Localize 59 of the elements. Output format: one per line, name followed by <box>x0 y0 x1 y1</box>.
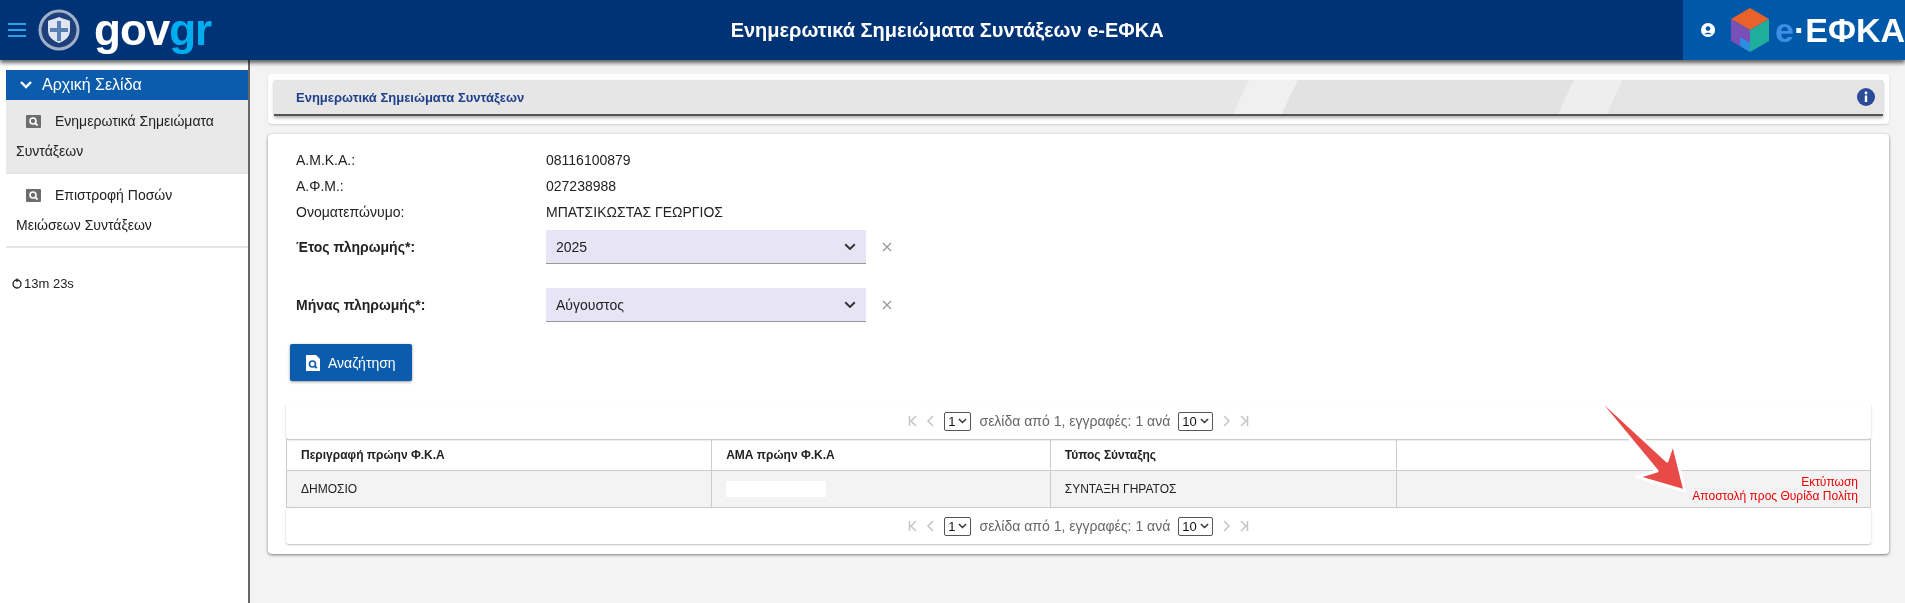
chevron-icon <box>958 523 968 529</box>
field-value: 027238988 <box>546 178 618 194</box>
chevron-icon <box>1199 523 1209 529</box>
column-header: Περιγραφή πρώην Φ.Κ.Α <box>286 439 712 471</box>
pagination-text: σελίδα από 1, εγγραφές: 1 ανά <box>979 413 1171 429</box>
next-page-icon[interactable] <box>1220 520 1231 532</box>
dropdown-field[interactable]: Αύγουστος <box>546 288 866 322</box>
field-value: 08116100879 <box>546 152 632 168</box>
chevron-icon <box>844 300 856 309</box>
chevron-down-icon <box>20 81 32 89</box>
column-header: ΑΜΑ πρώην Φ.Κ.Α <box>711 439 1051 471</box>
page-size-select[interactable]: 10 <box>1178 411 1213 431</box>
search-document-icon <box>306 354 320 371</box>
next-page-icon[interactable] <box>1220 415 1231 427</box>
filter-label: Έτος πληρωμής*: <box>296 239 417 255</box>
hexagon-cube-icon <box>1729 7 1772 53</box>
clock-icon <box>12 278 22 289</box>
user-icon[interactable] <box>1701 20 1716 40</box>
last-page-icon[interactable] <box>1238 520 1249 532</box>
info-icon[interactable] <box>1857 88 1875 106</box>
field-label: Ονοματεπώνυμο: <box>296 204 406 220</box>
clear-icon[interactable] <box>882 300 892 310</box>
clear-icon[interactable] <box>882 242 892 252</box>
sidebar-section-label: Αρχική Σελίδα <box>42 76 142 94</box>
pagination-text: σελίδα από 1, εγγραφές: 1 ανά <box>979 518 1171 534</box>
chevron-icon <box>1199 418 1209 424</box>
field-label: Α.Φ.Μ.: <box>296 178 345 194</box>
emblem-icon <box>38 9 80 51</box>
first-page-icon[interactable] <box>908 520 919 532</box>
app-title: Ενημερωτικά Σημειώματα Συντάξεων e-ΕΦΚΑ <box>729 18 1165 42</box>
sidebar-item[interactable]: Ενημερωτικά Σημειώματα Συντάξεων <box>6 100 248 174</box>
field-label: Α.Μ.Κ.Α.: <box>296 152 357 168</box>
action-link[interactable]: Αποστολή προς Θυρίδα Πολίτη <box>1692 489 1858 503</box>
efka-logo: e·ΕΦΚΑ <box>1775 13 1905 47</box>
chevron-icon <box>844 242 856 251</box>
previous-page-icon[interactable] <box>926 520 937 532</box>
sidebar-section-header[interactable]: Αρχική Σελίδα <box>6 70 248 100</box>
sidebar-item[interactable]: Επιστροφή Ποσών Μειώσεων Συντάξεων <box>6 174 248 248</box>
govgr-logo: govgr <box>94 8 212 52</box>
field-value: ΜΠΑΤΣΙΚΩΣΤΑΣ ΓΕΩΡΓΙΟΣ <box>546 204 725 220</box>
page-select[interactable]: 1 <box>944 516 972 536</box>
first-page-icon[interactable] <box>908 415 919 427</box>
table-cell: ΔΗΜΟΣΙΟ <box>286 470 712 508</box>
dropdown-field[interactable]: 2025 <box>546 230 866 264</box>
previous-page-icon[interactable] <box>926 415 937 427</box>
action-link[interactable]: Εκτύπωση <box>1801 475 1858 489</box>
menu-icon[interactable] <box>8 23 26 37</box>
table-cell: ΣΥΝΤΑΞΗ ΓΗΡΑΤΟΣ <box>1050 470 1397 508</box>
page-select[interactable]: 1 <box>944 411 972 431</box>
page-title: Ενημερωτικά Σημειώματα Συντάξεων <box>296 89 525 105</box>
search-icon <box>26 115 41 128</box>
search-icon <box>26 189 41 202</box>
page-size-select[interactable]: 10 <box>1178 516 1213 536</box>
session-timer: 13m 23s <box>12 276 74 291</box>
search-button[interactable]: Αναζήτηση <box>290 344 412 381</box>
last-page-icon[interactable] <box>1238 415 1249 427</box>
filter-label: Μήνας πληρωμής*: <box>296 297 427 313</box>
column-header: Τύπος Σύνταξης <box>1050 439 1397 471</box>
chevron-icon <box>958 418 968 424</box>
